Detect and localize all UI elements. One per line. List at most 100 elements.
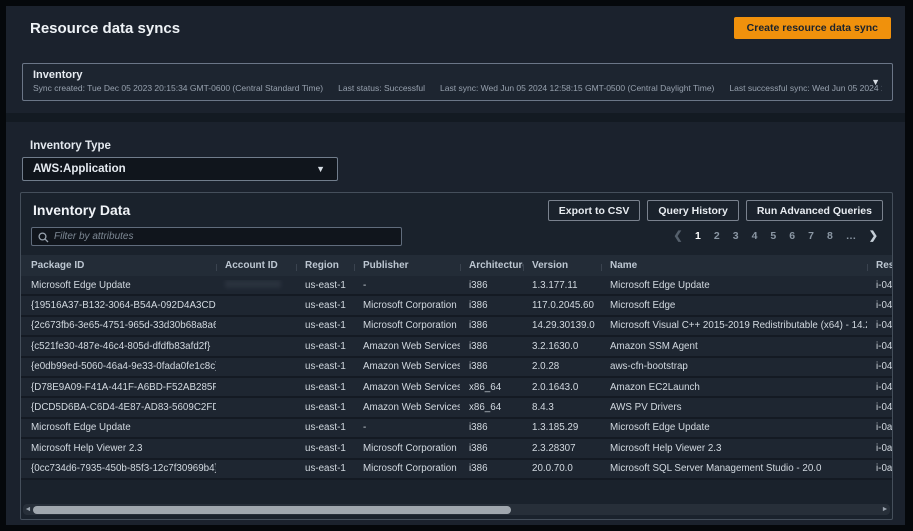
pagination-page[interactable]: 2: [707, 230, 726, 242]
header-panel: Resource data syncs Create resource data…: [6, 6, 905, 113]
pagination-ellipsis: …: [845, 229, 857, 242]
cell-resource_id: i-04f2: [876, 300, 892, 312]
cell-region: us-east-1: [305, 422, 346, 434]
table-row[interactable]: Microsoft Edge Update us-east-1 - i386 1.3.1…: [21, 276, 892, 297]
action-buttons: Export to CSV Query History Run Advanced…: [541, 200, 883, 221]
table-row[interactable]: {19516A37-B132-3064-B54A-092D4A3CDF7C} us…: [21, 296, 892, 317]
resource-data-sync-select[interactable]: Inventory Sync created: Tue Dec 05 2023 …: [22, 63, 893, 101]
cell-package_id: Microsoft Help Viewer 2.3: [31, 442, 143, 454]
pagination-page[interactable]: 1: [689, 230, 708, 242]
cell-name: Microsoft SQL Server Management Studio -…: [610, 463, 822, 475]
cell-region: us-east-1: [305, 340, 346, 352]
table-row[interactable]: {2c673fb6-3e65-4751-965d-33d30b68a8a6} us…: [21, 316, 892, 338]
cell-architecture: x86_64: [469, 381, 502, 393]
column-header: Version: [523, 260, 601, 271]
cell-package_id: {0cc734d6-7935-450b-85f3-12c7f30969b4}: [31, 463, 216, 475]
filter-box: [31, 227, 402, 246]
table-row[interactable]: {c521fe30-487e-46c4-805d-dfdfb83afd2f} us…: [21, 337, 892, 358]
redacted-account-id: [225, 279, 281, 288]
pagination: ❮ 1 2 3 4 5 6 7 8 … ❯: [667, 229, 884, 243]
inventory-data-title: Inventory Data: [33, 202, 131, 218]
query-history-button[interactable]: Query History: [647, 200, 739, 221]
table-header-row: Package ID Account ID Region Publisher Archi…: [21, 255, 892, 276]
cell-resource_id: i-04f2: [876, 361, 892, 373]
pagination-next-icon[interactable]: ❯: [863, 229, 884, 242]
cell-region: us-east-1: [305, 381, 346, 393]
cell-architecture: i386: [469, 422, 488, 434]
table-row[interactable]: Microsoft Help Viewer 2.3 us-east-1 Micros…: [21, 439, 892, 460]
cell-package_id: {19516A37-B132-3064-B54A-092D4A3CDF7C}: [31, 300, 216, 312]
inventory-type-select[interactable]: AWS:Application ▼: [22, 157, 338, 181]
cell-region: us-east-1: [305, 463, 346, 475]
column-header: Region: [296, 260, 354, 271]
cell-publisher: -: [363, 422, 367, 434]
cell-package_id: {DCD5D6BA-C6D4-4E87-AD83-5609C2FDF5FB}: [31, 402, 216, 414]
column-header: Account ID: [216, 260, 296, 271]
cell-version: 14.29.30139.0: [532, 320, 595, 332]
cell-publisher: Amazon Web Services: [363, 361, 460, 373]
cell-name: Microsoft Help Viewer 2.3: [610, 442, 722, 454]
cell-version: 3.2.1630.0: [532, 340, 579, 352]
cell-publisher: Microsoft Corporation: [363, 463, 457, 475]
cell-resource_id: i-0a1l: [876, 442, 892, 454]
scroll-right-icon[interactable]: ►: [880, 504, 890, 515]
content-panel: Inventory Type AWS:Application ▼ Invento…: [6, 122, 905, 525]
inventory-type-label: Inventory Type: [30, 140, 111, 152]
cell-name: Amazon EC2Launch: [610, 381, 700, 393]
pagination-page[interactable]: 6: [783, 230, 802, 242]
export-to-csv-button[interactable]: Export to CSV: [547, 200, 641, 221]
cell-region: us-east-1: [305, 402, 346, 414]
horizontal-scrollbar[interactable]: ◄ ►: [23, 504, 890, 515]
run-advanced-queries-button[interactable]: Run Advanced Queries: [745, 200, 883, 221]
pagination-page[interactable]: 3: [726, 230, 745, 242]
page: Resource data syncs Create resource data…: [6, 6, 905, 525]
cell-name: Microsoft Edge Update: [610, 279, 710, 291]
pagination-page[interactable]: 8: [820, 230, 839, 242]
cell-region: us-east-1: [305, 442, 346, 454]
inventory-table: Package ID Account ID Region Publisher Archi…: [21, 255, 892, 499]
cell-publisher: Microsoft Corporation: [363, 320, 457, 332]
cell-name: AWS PV Drivers: [610, 402, 682, 414]
cell-resource_id: i-04f2: [876, 402, 892, 414]
cell-name: Microsoft Edge: [610, 300, 676, 312]
cell-version: 2.0.1643.0: [532, 381, 579, 393]
sync-name: Inventory: [33, 69, 83, 81]
cell-version: 1.3.185.29: [532, 422, 579, 434]
cell-version: 8.4.3: [532, 402, 554, 414]
cell-architecture: i386: [469, 463, 488, 475]
cell-architecture: x86_64: [469, 402, 502, 414]
cell-package_id: {e0db99ed-5060-46a4-9e33-0fada0fe1c8c}: [31, 361, 216, 373]
cell-architecture: i386: [469, 340, 488, 352]
cell-name: Microsoft Edge Update: [610, 422, 710, 434]
table-row[interactable]: {e0db99ed-5060-46a4-9e33-0fada0fe1c8c} us…: [21, 357, 892, 378]
cell-architecture: i386: [469, 361, 488, 373]
column-header: Package ID: [31, 260, 85, 271]
cell-region: us-east-1: [305, 320, 346, 332]
cell-resource_id: i-04f2: [876, 340, 892, 352]
table-row[interactable]: {0cc734d6-7935-450b-85f3-12c7f30969b4} us…: [21, 459, 892, 480]
pagination-page[interactable]: 5: [764, 230, 783, 242]
table-row[interactable]: {DCD5D6BA-C6D4-4E87-AD83-5609C2FDF5FB} us…: [21, 398, 892, 419]
cell-region: us-east-1: [305, 300, 346, 312]
table-row[interactable]: Microsoft Edge Update us-east-1 - i386 1.3.1…: [21, 418, 892, 440]
search-icon: [38, 231, 49, 242]
cell-resource_id: i-04f2: [876, 381, 892, 393]
scroll-left-icon[interactable]: ◄: [23, 504, 33, 515]
pagination-pages: 1 2 3 4 5 6 7 8 …: [689, 230, 863, 242]
pagination-previous-icon[interactable]: ❮: [667, 229, 688, 242]
filter-input[interactable]: [54, 228, 399, 245]
pagination-page[interactable]: 7: [802, 230, 821, 242]
table-row[interactable]: {D78E9A09-F41A-441F-A6BD-F52AB285FA2D} us…: [21, 377, 892, 399]
scrollbar-thumb[interactable]: [33, 505, 511, 514]
column-header: Architecture: [460, 260, 523, 271]
cell-publisher: -: [363, 279, 367, 291]
caret-down-icon: ▼: [316, 164, 325, 174]
cell-version: 2.0.28: [532, 361, 560, 373]
inventory-type-value: AWS:Application: [33, 163, 126, 175]
pagination-page[interactable]: 4: [745, 230, 764, 242]
cell-package_id: {D78E9A09-F41A-441F-A6BD-F52AB285FA2D}: [31, 381, 216, 393]
cell-architecture: i386: [469, 279, 488, 291]
cell-architecture: i386: [469, 320, 488, 332]
page-title: Resource data syncs: [30, 20, 181, 37]
create-resource-data-sync-button[interactable]: Create resource data sync: [733, 17, 891, 39]
